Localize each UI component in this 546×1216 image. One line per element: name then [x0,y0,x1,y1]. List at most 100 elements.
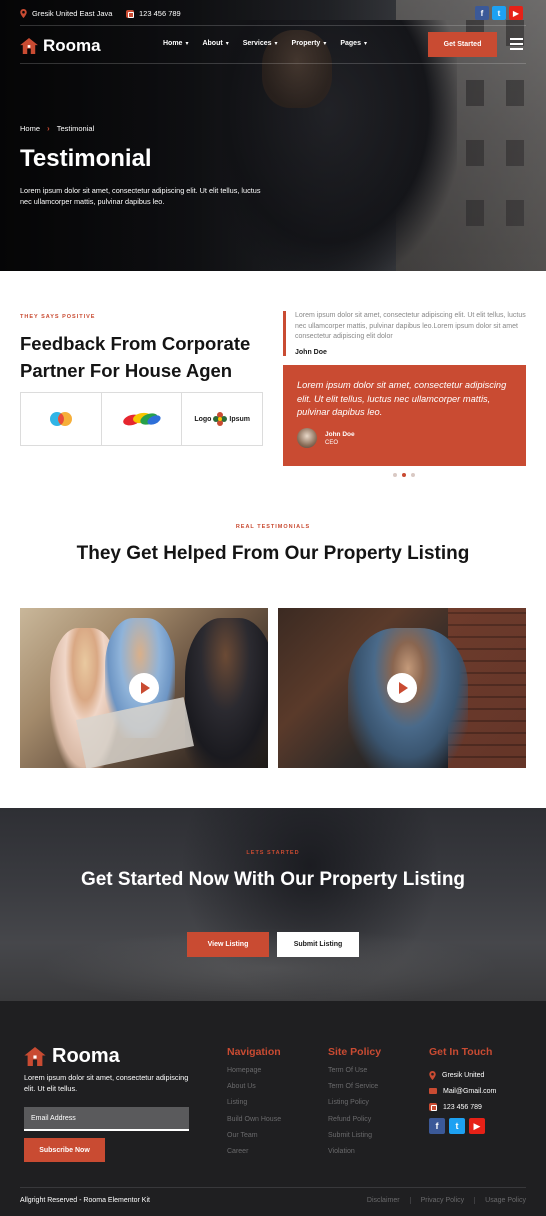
quote-preview-author: John Doe [295,348,327,356]
testimonial-card: Lorem ipsum dolor sit amet, consectetur … [283,365,526,466]
mail-icon [429,1088,437,1095]
footer-socials: f t ▶ [429,1118,485,1134]
footer-link[interactable]: Our Team [227,1132,281,1148]
partner-logos: Logo Ipsum [20,392,263,446]
footer-navigation-title: Navigation [227,1046,281,1058]
cta-section: LETS STARTED Get Started Now With Our Pr… [0,808,546,1001]
nav-divider [20,63,526,64]
chevron-right-icon: › [47,124,50,133]
hero-description: Lorem ipsum dolor sit amet, consectetur … [20,186,261,206]
slider-dot-active[interactable] [402,473,406,477]
footer-description: Lorem ipsum dolor sit amet, consectetur … [24,1073,189,1093]
hero-section: Gresik United East Java 123 456 789 f t … [0,0,546,271]
footer-link[interactable]: Violation [328,1148,381,1164]
page-title: Testimonial [20,145,152,172]
avatar [297,428,317,448]
footer-link[interactable]: Term Of Use [328,1067,381,1083]
nav-item-pages[interactable]: Pages ▾ [340,40,367,47]
flower-logo-icon [213,412,228,426]
footer-email[interactable]: Mail@Gmail.com [429,1083,496,1099]
nav-item-about[interactable]: About ▾ [202,40,228,47]
footer: Rooma Lorem ipsum dolor sit amet, consec… [0,1001,546,1216]
location-pin-icon [429,1070,436,1080]
footer-link[interactable]: Refund Policy [328,1116,381,1132]
testimonial-author: John Doe CEO [297,428,355,448]
video-thumbnail-meeting[interactable] [20,608,268,768]
footer-navigation: Navigation Homepage About Us Listing Bui… [227,1046,281,1164]
chevron-down-icon: ▾ [274,41,278,47]
play-button-icon[interactable] [387,673,417,703]
topbar: Gresik United East Java 123 456 789 f t … [20,6,526,22]
testimonials-title: They Get Helped From Our Property Listin… [76,543,470,564]
footer-brand[interactable]: Rooma [24,1045,120,1068]
location-pin-icon [20,9,27,18]
hamburger-menu-icon[interactable] [510,38,523,50]
quote-preview-text: Lorem ipsum dolor sit amet, consectetur … [295,312,526,340]
nav-menu: Home ▾ About ▾ Services ▾ Property ▾ Pages ▾ [163,40,367,47]
submit-listing-button[interactable]: Submit Listing [277,932,359,957]
usage-policy-link[interactable]: Usage Policy [474,1197,526,1204]
footer-location: Gresik United [429,1067,496,1083]
breadcrumb-current: Testimonial [56,124,95,133]
partner-logo-1 [21,393,102,445]
youtube-icon[interactable]: ▶ [469,1118,485,1134]
testimonials-eyebrow: REAL TESTIMONIALS [235,524,311,530]
footer-link[interactable]: Homepage [227,1067,281,1083]
footer-link[interactable]: About Us [227,1083,281,1099]
get-started-button[interactable]: Get Started [428,32,497,57]
view-listing-button[interactable]: View Listing [187,932,269,957]
footer-link[interactable]: Submit Listing [328,1132,381,1148]
footer-site-policy: Site Policy Term Of Use Term Of Service … [328,1046,381,1164]
phone-icon [429,1103,437,1112]
topbar-location: Gresik United East Java [20,9,112,18]
topbar-phone-text: 123 456 789 [139,9,181,18]
breadcrumb-home[interactable]: Home [20,124,40,133]
nav-item-home[interactable]: Home ▾ [163,40,188,47]
chevron-down-icon: ▾ [363,41,367,47]
youtube-icon[interactable]: ▶ [509,6,523,20]
brand-logo[interactable]: Rooma [20,36,101,56]
nav-item-services[interactable]: Services ▾ [243,40,278,47]
slider-dots [393,473,415,477]
disclaimer-link[interactable]: Disclaimer [357,1197,410,1204]
footer-brand-name: Rooma [52,1045,120,1067]
footer-divider [20,1187,526,1188]
twitter-icon[interactable]: t [449,1118,465,1134]
subscribe-button[interactable]: Subscribe Now [24,1138,105,1162]
slider-dot[interactable] [411,473,415,477]
testimonial-author-name: John Doe [325,430,355,438]
twitter-icon[interactable]: t [492,6,506,20]
footer-link[interactable]: Term Of Service [328,1083,381,1099]
topbar-socials: f t ▶ [475,6,523,20]
nav-item-property[interactable]: Property ▾ [292,40,327,47]
footer-link[interactable]: Build Own House [227,1116,281,1132]
footer-phone[interactable]: 123 456 789 [429,1099,496,1115]
slider-dot[interactable] [393,473,397,477]
video-thumbnail-man[interactable] [278,608,526,768]
privacy-policy-link[interactable]: Privacy Policy [409,1197,475,1204]
topbar-phone: 123 456 789 [126,9,181,18]
testimonial-card-text: Lorem ipsum dolor sit amet, consectetur … [297,380,507,417]
feedback-eyebrow: THEY SAYS POSITIVE [20,314,96,320]
facebook-icon[interactable]: f [475,6,489,20]
feedback-title: Feedback From Corporate Partner For Hous… [20,333,251,381]
email-field[interactable]: Email Address [24,1107,189,1131]
footer-link[interactable]: Listing Policy [328,1099,381,1115]
testimonial-quote-preview: Lorem ipsum dolor sit amet, consectetur … [283,311,526,356]
play-button-icon[interactable] [129,673,159,703]
main-nav: Rooma Home ▾ About ▾ Services ▾ Property ▾ P… [20,32,526,58]
copyright: Allgright Reserved - Rooma Elementor Kit [20,1197,150,1204]
cta-eyebrow: LETS STARTED [246,850,300,856]
topbar-divider [20,25,526,26]
breadcrumb: Home › Testimonial [20,124,94,133]
facebook-icon[interactable]: f [429,1118,445,1134]
topbar-location-text: Gresik United East Java [32,9,113,18]
chevron-down-icon: ▾ [185,41,189,47]
cta-title: Get Started Now With Our Property Listin… [80,869,466,890]
brand-name: Rooma [43,36,101,55]
chevron-down-icon: ▾ [225,41,229,47]
chevron-down-icon: ▾ [323,41,327,47]
footer-link[interactable]: Listing [227,1099,281,1115]
footer-policy-title: Site Policy [328,1046,382,1058]
footer-link[interactable]: Career [227,1148,281,1164]
